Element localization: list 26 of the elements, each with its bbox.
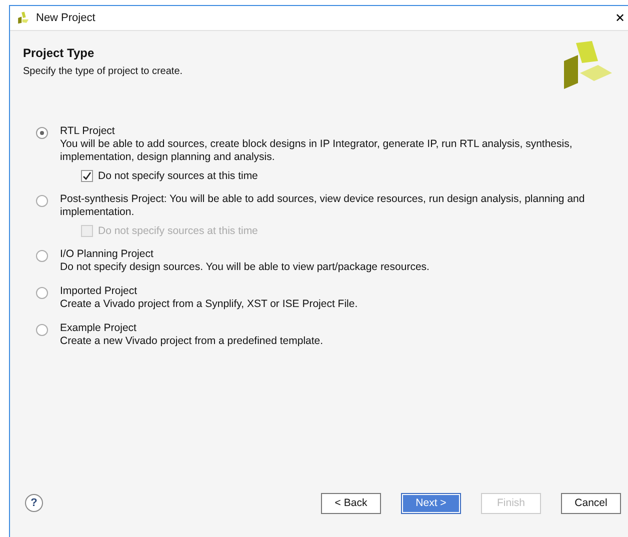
radio-button[interactable]: [36, 324, 48, 336]
option-label[interactable]: Post-synthesis Project: You will be able to add sources, view device resources, run design analysis, planning and implementation.: [60, 193, 599, 219]
radio-button[interactable]: [36, 250, 48, 262]
app-logo-icon: [16, 11, 30, 25]
radio-button[interactable]: [36, 127, 48, 139]
close-button[interactable]: ✕: [609, 11, 628, 25]
option-title[interactable]: Imported Project: [60, 285, 358, 298]
option-description: Do not specify design sources. You will be able to view part/package resources.: [60, 261, 430, 274]
option-title[interactable]: I/O Planning Project: [60, 248, 430, 261]
radio-button[interactable]: [36, 195, 48, 207]
option-description: You will be able to add sources, create block designs in IP Integrator, generate IP, run RTL analysis, synthesis, implementation, design planning and analysis.: [60, 138, 574, 164]
option-description: Create a new Vivado project from a predefined template.: [60, 335, 324, 348]
page-subtitle: Specify the type of project to create.: [23, 66, 184, 77]
help-button[interactable]: ?: [25, 494, 43, 512]
checkbox-label[interactable]: Do not specify sources at this time: [98, 170, 258, 182]
dialog-button[interactable]: < Back: [321, 492, 381, 514]
dialog-button[interactable]: Next >: [401, 492, 461, 514]
dialog-button[interactable]: Cancel: [561, 492, 621, 514]
radio-button[interactable]: [36, 287, 48, 299]
checkbox[interactable]: [81, 170, 93, 182]
option-title[interactable]: Example Project: [60, 322, 324, 335]
option-description: Create a Vivado project from a Synplify, XST or ISE Project File.: [60, 298, 358, 311]
logo-icon: [562, 39, 614, 91]
page-title: Project Type: [23, 46, 96, 60]
option-title[interactable]: RTL Project: [60, 125, 599, 138]
window-title: New Project: [36, 12, 96, 24]
